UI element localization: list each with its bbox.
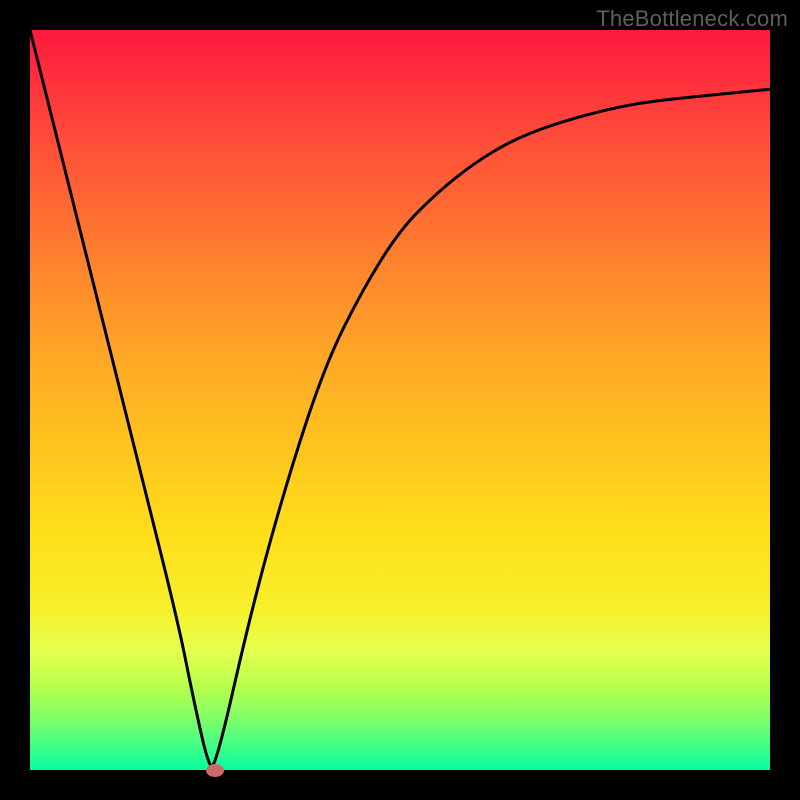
curve-path bbox=[30, 30, 770, 766]
chart-frame: TheBottleneck.com bbox=[0, 0, 800, 800]
watermark-label: TheBottleneck.com bbox=[596, 6, 788, 32]
plot-area bbox=[30, 30, 770, 770]
chart-curve bbox=[30, 30, 770, 770]
min-marker-icon bbox=[206, 764, 224, 777]
